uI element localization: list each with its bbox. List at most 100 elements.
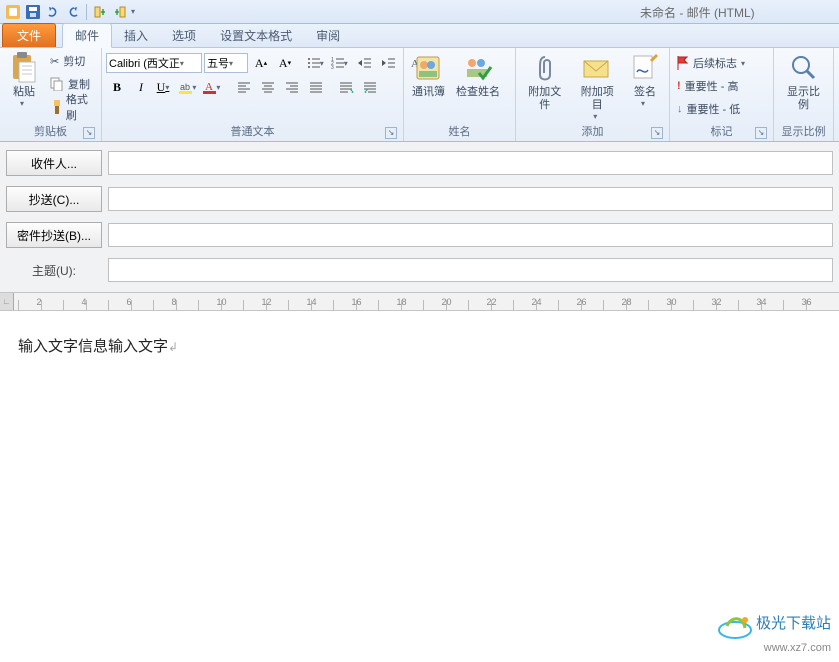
tab-format[interactable]: 设置文本格式 — [208, 24, 304, 47]
subject-input[interactable] — [108, 258, 833, 282]
body-text: 输入文字信息输入文字 — [18, 339, 168, 355]
decrease-indent-button[interactable] — [354, 52, 376, 74]
attach-item-dropdown[interactable]: ▾ — [593, 112, 601, 121]
bold-button[interactable]: B — [106, 76, 128, 98]
zoom-label: 显示比例 — [782, 86, 825, 112]
paragraph-mark-icon: ↲ — [168, 340, 178, 354]
align-justify-button[interactable] — [306, 76, 328, 98]
attach-file-button[interactable]: 附加文件 — [520, 50, 570, 114]
signature-label: 签名 — [634, 86, 656, 99]
align-left-button[interactable] — [234, 76, 256, 98]
align-right-button[interactable] — [282, 76, 304, 98]
window-title: 未命名 - 邮件 (HTML) — [640, 4, 755, 21]
followup-label: 后续标志 — [693, 55, 737, 71]
clipboard-launcher[interactable]: ↘ — [83, 127, 95, 139]
font-size-select[interactable]: 五号▾ — [204, 53, 248, 73]
high-label: 重要性 - 高 — [685, 78, 739, 94]
painter-label: 格式刷 — [66, 91, 94, 123]
cut-button[interactable]: ✂剪切 — [47, 50, 97, 72]
quick-access-toolbar: ▾ 未命名 - 邮件 (HTML) — [0, 0, 839, 24]
group-tags-label: 标记 — [711, 126, 733, 138]
qat-customize-dropdown[interactable]: ▾ — [131, 7, 139, 16]
signature-dropdown[interactable]: ▾ — [641, 99, 649, 108]
paste-button[interactable]: 粘贴 ▾ — [4, 50, 44, 110]
indent-button[interactable] — [360, 76, 382, 98]
group-include-label: 添加 — [582, 126, 604, 138]
next-item-icon[interactable] — [111, 3, 129, 21]
tab-review[interactable]: 审阅 — [304, 24, 352, 47]
to-button[interactable]: 收件人... — [6, 150, 102, 176]
paste-dropdown[interactable]: ▾ — [20, 99, 28, 108]
group-clipboard-label: 剪贴板 — [34, 126, 67, 138]
group-zoom-label: 显示比例 — [778, 123, 829, 141]
signature-button[interactable]: 签名 ▾ — [625, 50, 665, 110]
previous-item-icon[interactable] — [91, 3, 109, 21]
redo-icon[interactable] — [64, 3, 82, 21]
tab-file[interactable]: 文件 — [2, 23, 56, 47]
group-names: 通讯簿 检查姓名 姓名 — [404, 48, 516, 141]
ruler-tab-selector[interactable]: ∟ — [0, 293, 14, 310]
group-text-label: 普通文本 — [231, 126, 275, 138]
app-icon — [4, 3, 22, 21]
watermark-logo-icon — [717, 610, 753, 640]
italic-button[interactable]: I — [130, 76, 152, 98]
bcc-button[interactable]: 密件抄送(B)... — [6, 222, 102, 248]
font-color-button[interactable]: A▾ — [202, 76, 224, 98]
cc-input[interactable] — [108, 187, 833, 211]
highlight-button[interactable]: ab▾ — [178, 76, 200, 98]
tab-mail[interactable]: 邮件 — [62, 23, 112, 48]
arrow-down-icon: ↓ — [677, 103, 683, 115]
address-book-button[interactable]: 通讯簿 — [408, 50, 449, 101]
cc-button[interactable]: 抄送(C)... — [6, 186, 102, 212]
group-include: 附加文件 附加项目 ▾ 签名 ▾ 添加 ↘ — [516, 48, 670, 141]
bullets-button[interactable]: ▾ — [306, 52, 328, 74]
brush-icon — [50, 100, 62, 114]
check-names-label: 检查姓名 — [456, 86, 500, 99]
increase-indent-button[interactable] — [378, 52, 400, 74]
tags-launcher[interactable]: ↘ — [755, 127, 767, 139]
message-header: 收件人... 抄送(C)... 密件抄送(B)... 主题(U): — [0, 142, 839, 293]
message-body[interactable]: 输入文字信息输入文字↲ — [0, 311, 839, 380]
group-tags: 后续标志▾ !重要性 - 高 ↓ 重要性 - 低 标记 ↘ — [670, 48, 774, 141]
follow-up-button[interactable]: 后续标志▾ — [674, 52, 752, 74]
save-icon[interactable] — [24, 3, 42, 21]
address-book-label: 通讯簿 — [412, 86, 445, 99]
group-clipboard: 粘贴 ▾ ✂剪切 复制 格式刷 剪贴板↘ — [0, 48, 102, 141]
watermark-text: 极光下载站 — [756, 615, 831, 632]
low-label: 重要性 - 低 — [687, 101, 741, 117]
watermark: 极光下载站 www.xz7.com — [717, 610, 831, 654]
zoom-button[interactable]: 显示比例 — [778, 50, 829, 114]
check-names-icon — [462, 52, 494, 84]
grow-font-button[interactable]: A▴ — [250, 52, 272, 74]
to-input[interactable] — [108, 151, 833, 175]
flag-icon — [677, 56, 689, 70]
paste-icon — [8, 52, 40, 84]
attach-item-icon — [581, 52, 613, 84]
attach-item-button[interactable]: 附加项目 ▾ — [573, 50, 623, 123]
font-family-select[interactable]: Calibri (西文正▾ — [106, 53, 202, 73]
text-launcher[interactable]: ↘ — [385, 127, 397, 139]
underline-button[interactable]: U▾ — [154, 76, 176, 98]
check-names-button[interactable]: 检查姓名 — [452, 50, 504, 101]
outdent-button[interactable] — [336, 76, 358, 98]
format-painter-button[interactable]: 格式刷 — [47, 96, 97, 118]
bcc-input[interactable] — [108, 223, 833, 247]
numbering-button[interactable]: 123▾ — [330, 52, 352, 74]
undo-icon[interactable] — [44, 3, 62, 21]
ruler[interactable]: ∟ 24681012141618202224262830323436 — [0, 293, 839, 311]
paperclip-icon — [529, 52, 561, 84]
ribbon-tabs: 文件 邮件 插入 选项 设置文本格式 审阅 — [0, 24, 839, 48]
tab-insert[interactable]: 插入 — [112, 24, 160, 47]
cut-label: 剪切 — [63, 53, 85, 69]
svg-text:ab: ab — [180, 82, 190, 92]
watermark-url: www.xz7.com — [764, 642, 831, 654]
low-importance-button[interactable]: ↓ 重要性 - 低 — [674, 98, 752, 120]
paste-label: 粘贴 — [13, 86, 35, 99]
include-launcher[interactable]: ↘ — [651, 127, 663, 139]
high-importance-button[interactable]: !重要性 - 高 — [674, 75, 752, 97]
signature-icon — [629, 52, 661, 84]
align-center-button[interactable] — [258, 76, 280, 98]
tab-options[interactable]: 选项 — [160, 24, 208, 47]
shrink-font-button[interactable]: A▾ — [274, 52, 296, 74]
ribbon: 粘贴 ▾ ✂剪切 复制 格式刷 剪贴板↘ Calibri (西文正▾ 五号▾ A… — [0, 48, 839, 142]
